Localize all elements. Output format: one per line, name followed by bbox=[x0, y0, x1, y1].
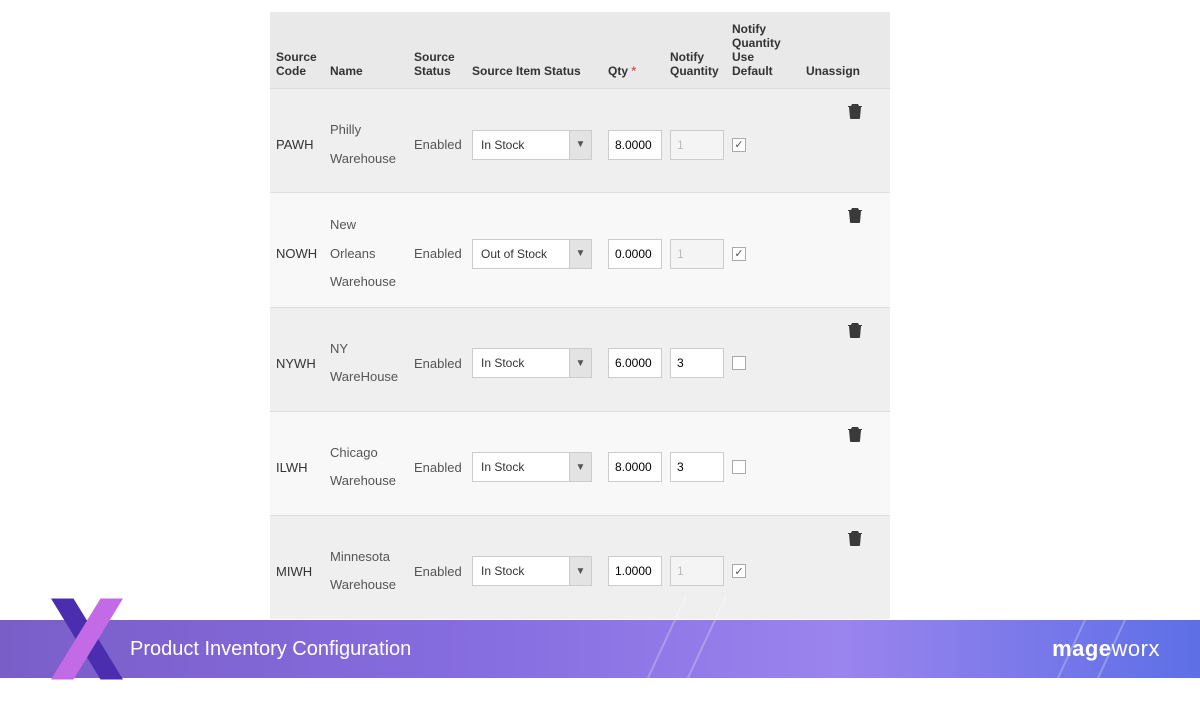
unassign-button[interactable] bbox=[848, 103, 862, 122]
x-logo-icon bbox=[42, 594, 132, 684]
footer-title: Product Inventory Configuration bbox=[130, 638, 411, 661]
chevron-down-icon[interactable]: ▼ bbox=[569, 240, 591, 268]
cell-item-status: Out of Stock▼ bbox=[466, 239, 602, 269]
cell-name: MinnesotaWarehouse bbox=[324, 543, 408, 600]
footer-banner: Product Inventory Configuration mageworx bbox=[0, 620, 1200, 678]
qty-input[interactable] bbox=[608, 452, 662, 482]
table-row: ILWHChicagoWarehouseEnabled In Stock▼ bbox=[270, 411, 890, 515]
unassign-button[interactable] bbox=[848, 426, 862, 445]
table-row: PAWHPhillyWarehouseEnabled In Stock▼ ✓ bbox=[270, 88, 890, 192]
cell-use-default: ✓ bbox=[726, 564, 800, 578]
cell-status: Enabled bbox=[408, 137, 466, 152]
trash-icon bbox=[848, 534, 862, 549]
notify-qty-input bbox=[670, 130, 724, 160]
chevron-down-icon[interactable]: ▼ bbox=[569, 349, 591, 377]
th-unassign: Unassign bbox=[800, 64, 870, 78]
cell-name: PhillyWarehouse bbox=[324, 116, 408, 173]
use-default-checkbox[interactable] bbox=[732, 460, 746, 474]
cell-item-status: In Stock▼ bbox=[466, 452, 602, 482]
cell-status: Enabled bbox=[408, 356, 466, 371]
trash-icon bbox=[848, 107, 862, 122]
qty-input[interactable] bbox=[608, 239, 662, 269]
cell-item-status: In Stock▼ bbox=[466, 348, 602, 378]
table-row: NOWHNew OrleansWarehouseEnabled Out of St… bbox=[270, 192, 890, 307]
source-item-status-select[interactable]: Out of Stock▼ bbox=[472, 239, 592, 269]
notify-qty-input bbox=[670, 239, 724, 269]
qty-input[interactable] bbox=[608, 130, 662, 160]
table-header: Source Code Name Source Status Source It… bbox=[270, 12, 890, 88]
cell-use-default: ✓ bbox=[726, 138, 800, 152]
cell-notify bbox=[664, 556, 726, 586]
cell-notify bbox=[664, 348, 726, 378]
sources-table: Source Code Name Source Status Source It… bbox=[270, 12, 890, 619]
cell-name: ChicagoWarehouse bbox=[324, 439, 408, 496]
use-default-checkbox[interactable] bbox=[732, 356, 746, 370]
cell-qty bbox=[602, 130, 664, 160]
cell-status: Enabled bbox=[408, 564, 466, 579]
chevron-down-icon[interactable]: ▼ bbox=[569, 131, 591, 159]
chevron-down-icon[interactable]: ▼ bbox=[569, 453, 591, 481]
cell-name: NYWareHouse bbox=[324, 335, 408, 392]
table-row: MIWHMinnesotaWarehouseEnabled In Stock▼ ✓ bbox=[270, 515, 890, 619]
cell-source-code: NOWH bbox=[270, 246, 324, 261]
cell-qty bbox=[602, 348, 664, 378]
source-item-status-select[interactable]: In Stock▼ bbox=[472, 556, 592, 586]
use-default-checkbox[interactable]: ✓ bbox=[732, 138, 746, 152]
cell-use-default: ✓ bbox=[726, 247, 800, 261]
chevron-down-icon[interactable]: ▼ bbox=[569, 557, 591, 585]
th-notify-qty: Notify Quantity bbox=[664, 50, 726, 78]
table-row: NYWHNYWareHouseEnabled In Stock▼ bbox=[270, 307, 890, 411]
cell-source-code: MIWH bbox=[270, 564, 324, 579]
cell-source-code: ILWH bbox=[270, 460, 324, 475]
qty-input[interactable] bbox=[608, 556, 662, 586]
select-value: In Stock bbox=[473, 356, 569, 370]
unassign-button[interactable] bbox=[848, 322, 862, 341]
cell-notify bbox=[664, 130, 726, 160]
select-value: In Stock bbox=[473, 460, 569, 474]
source-item-status-select[interactable]: In Stock▼ bbox=[472, 452, 592, 482]
cell-qty bbox=[602, 556, 664, 586]
cell-item-status: In Stock▼ bbox=[466, 556, 602, 586]
notify-qty-input bbox=[670, 556, 724, 586]
source-item-status-select[interactable]: In Stock▼ bbox=[472, 348, 592, 378]
unassign-button[interactable] bbox=[848, 530, 862, 549]
cell-qty bbox=[602, 239, 664, 269]
use-default-checkbox[interactable]: ✓ bbox=[732, 247, 746, 261]
cell-source-code: PAWH bbox=[270, 137, 324, 152]
th-item-status: Source Item Status bbox=[466, 64, 602, 78]
source-item-status-select[interactable]: In Stock▼ bbox=[472, 130, 592, 160]
use-default-checkbox[interactable]: ✓ bbox=[732, 564, 746, 578]
select-value: In Stock bbox=[473, 564, 569, 578]
qty-input[interactable] bbox=[608, 348, 662, 378]
cell-status: Enabled bbox=[408, 460, 466, 475]
th-source-status: Source Status bbox=[408, 50, 466, 78]
trash-icon bbox=[848, 211, 862, 226]
unassign-button[interactable] bbox=[848, 207, 862, 226]
cell-status: Enabled bbox=[408, 246, 466, 261]
cell-use-default bbox=[726, 460, 800, 474]
select-value: Out of Stock bbox=[473, 247, 569, 261]
th-qty: Qty * bbox=[602, 64, 664, 78]
select-value: In Stock bbox=[473, 138, 569, 152]
cell-source-code: NYWH bbox=[270, 356, 324, 371]
cell-item-status: In Stock▼ bbox=[466, 130, 602, 160]
cell-notify bbox=[664, 452, 726, 482]
trash-icon bbox=[848, 430, 862, 445]
cell-use-default bbox=[726, 356, 800, 370]
th-name: Name bbox=[324, 64, 408, 78]
notify-qty-input[interactable] bbox=[670, 348, 724, 378]
cell-notify bbox=[664, 239, 726, 269]
th-use-default: Notify Quantity Use Default bbox=[726, 22, 800, 78]
th-source-code: Source Code bbox=[270, 50, 324, 78]
cell-name: New OrleansWarehouse bbox=[324, 211, 408, 297]
notify-qty-input[interactable] bbox=[670, 452, 724, 482]
cell-qty bbox=[602, 452, 664, 482]
trash-icon bbox=[848, 326, 862, 341]
